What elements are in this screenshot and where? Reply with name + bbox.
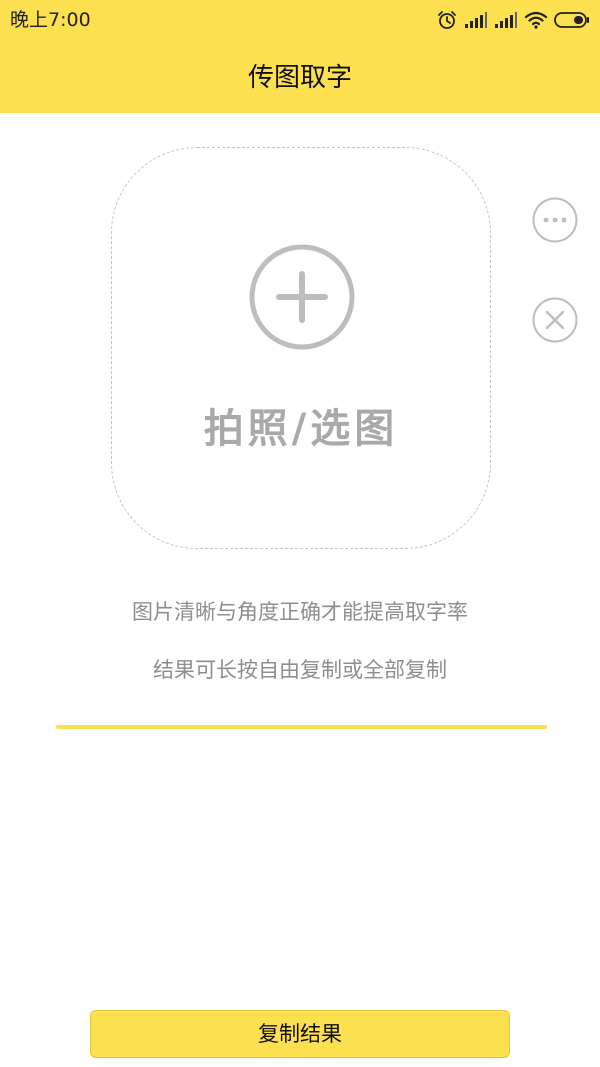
more-icon[interactable] xyxy=(532,197,578,243)
close-icon[interactable] xyxy=(532,297,578,343)
copy-result-button[interactable]: 复制结果 xyxy=(90,1010,510,1058)
tip-copy: 结果可长按自由复制或全部复制 xyxy=(153,658,447,682)
signal-icon-2 xyxy=(495,12,517,28)
wifi-icon xyxy=(524,11,548,29)
upload-area[interactable]: 拍照/选图 xyxy=(111,147,491,549)
upload-label: 拍照/选图 xyxy=(203,406,399,452)
status-time: 晚上7:00 xyxy=(10,9,91,31)
top-bar: 晚上7:00 传图取字 xyxy=(0,0,600,113)
signal-icon xyxy=(465,12,487,28)
page-title: 传图取字 xyxy=(247,63,352,93)
plus-icon xyxy=(249,244,355,350)
status-bar: 晚上7:00 xyxy=(0,0,600,40)
tip-clarity: 图片清晰与角度正确才能提高取字率 xyxy=(132,600,468,624)
status-icons xyxy=(436,8,590,32)
alarm-icon xyxy=(438,11,456,29)
battery-icon xyxy=(554,12,589,28)
divider xyxy=(56,725,547,729)
result-text-area[interactable] xyxy=(56,740,547,990)
